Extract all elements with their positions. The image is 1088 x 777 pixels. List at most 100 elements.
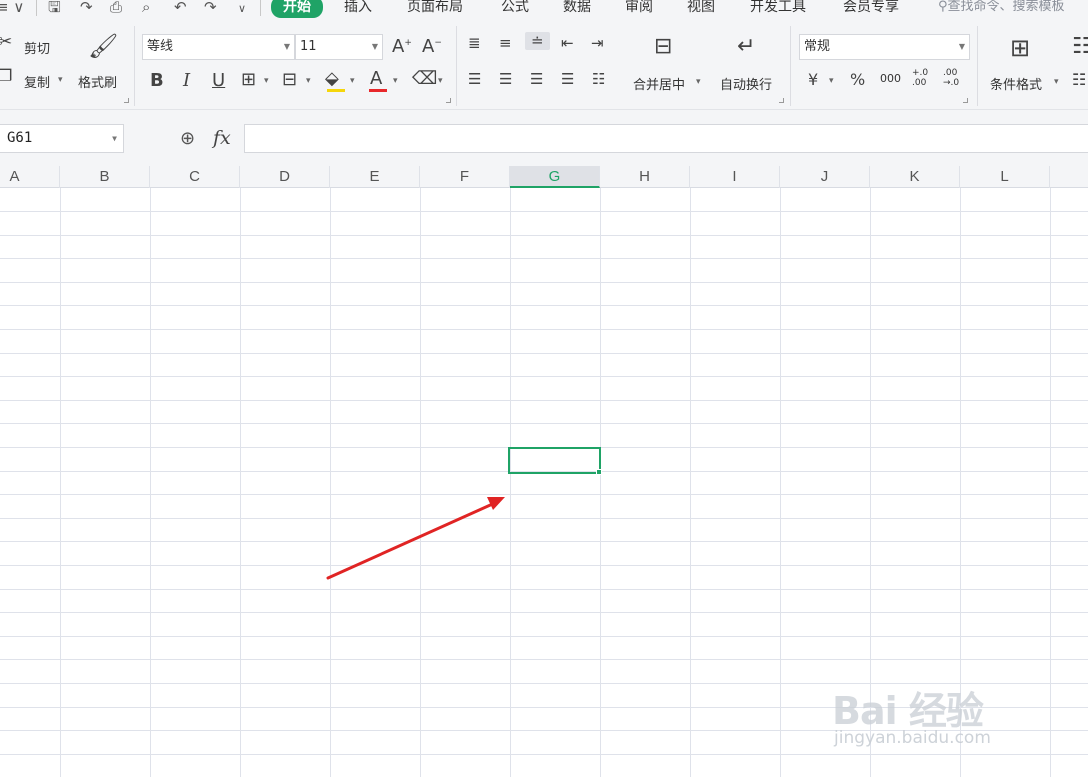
redo-icon[interactable]: ↷: [204, 0, 217, 16]
output-pdf-icon[interactable]: ↷: [80, 0, 93, 16]
tab-insert[interactable]: 插入: [344, 0, 372, 16]
tab-member[interactable]: 会员专享: [843, 0, 899, 16]
command-search-input[interactable]: ⚲查找命令、搜索模板: [938, 0, 1065, 16]
copy-icon[interactable]: ❐: [0, 66, 12, 85]
font-size-select[interactable]: 11 ▼: [295, 34, 383, 60]
tab-formulas[interactable]: 公式: [501, 0, 529, 16]
insert-function-button[interactable]: fx: [213, 127, 231, 149]
dialog-launcher-icon[interactable]: [779, 98, 784, 103]
align-right-icon[interactable]: ☰: [530, 70, 543, 88]
chevron-down-icon[interactable]: ▾: [696, 77, 701, 87]
column-header-c[interactable]: C: [150, 166, 240, 188]
increase-decimal-button[interactable]: +.0 .00: [912, 68, 934, 88]
zoom-icon[interactable]: ⊕: [180, 128, 195, 149]
print-icon[interactable]: ⎙: [110, 0, 122, 16]
tab-review[interactable]: 审阅: [625, 0, 653, 16]
formula-input[interactable]: [244, 124, 1088, 153]
increase-font-icon[interactable]: A+: [392, 36, 412, 57]
indent-decrease-icon[interactable]: ⇤: [561, 34, 574, 52]
conditional-format-icon[interactable]: ⊞: [1010, 34, 1030, 62]
column-header-f[interactable]: F: [420, 166, 510, 188]
name-box[interactable]: G61 ▼: [0, 124, 124, 153]
align-middle-icon[interactable]: ≡: [499, 34, 512, 52]
fill-handle[interactable]: [596, 469, 602, 475]
search-placeholder: 查找命令、搜索模板: [947, 0, 1065, 14]
column-header-e[interactable]: E: [330, 166, 420, 188]
grid-row-line: [0, 376, 1088, 377]
table-style-icon[interactable]: ☷: [1072, 34, 1088, 59]
cell-style-icon[interactable]: ⊟: [282, 69, 297, 90]
column-header-h[interactable]: H: [600, 166, 690, 188]
chevron-down-icon[interactable]: ▾: [350, 76, 355, 86]
wrap-text-icon[interactable]: ↵: [737, 34, 755, 59]
currency-button[interactable]: ¥: [808, 70, 818, 89]
decrease-decimal-button[interactable]: .00 →.0: [943, 68, 965, 88]
percent-button[interactable]: %: [850, 70, 865, 89]
copy-button[interactable]: 复制: [24, 72, 50, 91]
format-painter-button[interactable]: 格式刷: [78, 72, 117, 91]
search-icon: ⚲: [938, 0, 948, 14]
chevron-down-icon[interactable]: ▾: [438, 76, 443, 86]
group-separator: [134, 26, 135, 106]
underline-button[interactable]: U: [212, 70, 225, 91]
tab-data[interactable]: 数据: [563, 0, 591, 16]
distribute-icon[interactable]: ☷: [592, 70, 605, 88]
save-icon[interactable]: 🖫: [48, 0, 61, 16]
align-top-icon[interactable]: ≣: [468, 34, 481, 52]
chevron-down-icon[interactable]: ▾: [829, 76, 834, 86]
chevron-down-icon[interactable]: ▾: [306, 76, 311, 86]
column-header-d[interactable]: D: [240, 166, 330, 188]
scissors-icon[interactable]: ✂: [0, 32, 12, 52]
wrap-text-button[interactable]: 自动换行: [720, 74, 772, 93]
grid-row-line: [0, 305, 1088, 306]
active-cell[interactable]: [508, 447, 601, 474]
more-icon[interactable]: ∨: [238, 0, 246, 18]
chevron-down-icon[interactable]: ▾: [58, 75, 63, 85]
indent-increase-icon[interactable]: ⇥: [591, 34, 604, 52]
decrease-font-icon[interactable]: A−: [422, 36, 442, 57]
conditional-format-button[interactable]: 条件格式: [990, 74, 1042, 93]
grid-row-line: [0, 636, 1088, 637]
format-painter-icon[interactable]: 🖌: [88, 32, 118, 60]
dialog-launcher-icon[interactable]: [124, 98, 129, 103]
column-header-k[interactable]: K: [870, 166, 960, 188]
print-preview-icon[interactable]: ⌕: [142, 0, 150, 16]
font-name-select[interactable]: 等线 ▼: [142, 34, 295, 60]
merge-center-button[interactable]: 合并居中: [633, 74, 685, 93]
merge-center-icon[interactable]: ⊟: [654, 34, 672, 59]
app-menu-icon[interactable]: ≡ ∨: [0, 0, 24, 16]
column-header-a[interactable]: A: [0, 166, 60, 188]
column-header-i[interactable]: I: [690, 166, 780, 188]
borders-icon[interactable]: ⊞: [241, 69, 256, 90]
cut-button[interactable]: 剪切: [24, 38, 50, 57]
grid-row-line: [0, 423, 1088, 424]
number-format-select[interactable]: 常规 ▼: [799, 34, 970, 60]
tab-view[interactable]: 视图: [687, 0, 715, 16]
cell-style-icon[interactable]: ☷: [1072, 70, 1086, 89]
chevron-down-icon[interactable]: ▾: [1054, 77, 1059, 87]
chevron-down-icon: ▼: [371, 42, 378, 51]
dialog-launcher-icon[interactable]: [446, 98, 451, 103]
undo-icon[interactable]: ↶: [174, 0, 187, 16]
tab-page-layout[interactable]: 页面布局: [407, 0, 463, 16]
tab-home[interactable]: 开始: [271, 0, 323, 18]
fill-color-icon[interactable]: ⬙: [325, 68, 339, 89]
align-left-icon[interactable]: ☰: [468, 70, 481, 88]
column-header-g[interactable]: G: [510, 166, 600, 188]
align-center-icon[interactable]: ☰: [499, 70, 512, 88]
font-color-button[interactable]: A: [370, 68, 382, 89]
tab-developer[interactable]: 开发工具: [750, 0, 806, 16]
eraser-icon[interactable]: ⌫: [412, 68, 437, 89]
thousands-button[interactable]: 000: [880, 72, 901, 85]
justify-icon[interactable]: ☰: [561, 70, 574, 88]
column-header-b[interactable]: B: [60, 166, 150, 188]
italic-button[interactable]: I: [183, 70, 190, 91]
grid-column-line: [150, 188, 151, 777]
column-header-j[interactable]: J: [780, 166, 870, 188]
chevron-down-icon[interactable]: ▾: [264, 76, 269, 86]
dialog-launcher-icon[interactable]: [963, 98, 968, 103]
column-header-l[interactable]: L: [960, 166, 1050, 188]
align-bottom-icon[interactable]: ≐: [525, 32, 550, 50]
chevron-down-icon[interactable]: ▾: [393, 76, 398, 86]
bold-button[interactable]: B: [150, 70, 164, 91]
